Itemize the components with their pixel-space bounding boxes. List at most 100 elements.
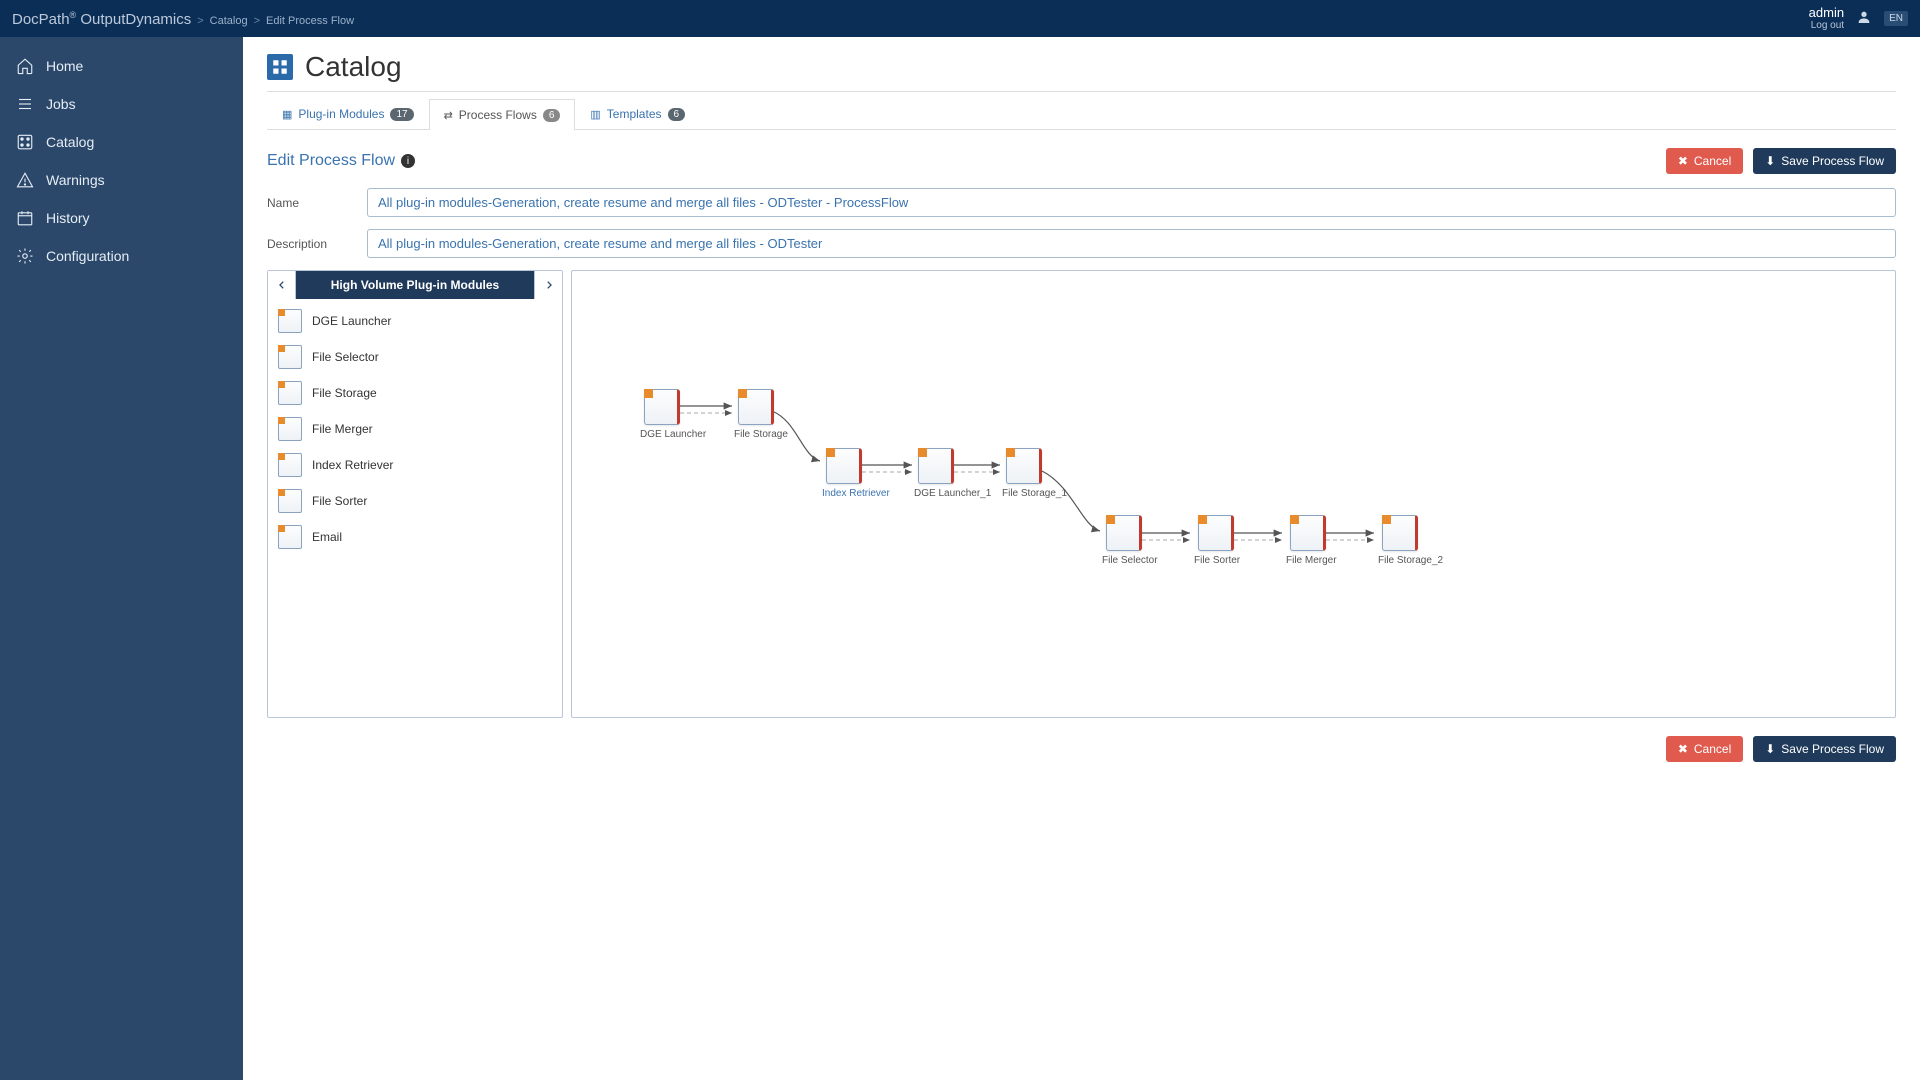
node-icon: [1198, 515, 1234, 551]
brand-part2: OutputDynamics: [80, 11, 191, 28]
info-icon[interactable]: i: [401, 154, 415, 168]
home-icon: [16, 57, 34, 75]
palette-item-file-merger[interactable]: File Merger: [268, 411, 562, 447]
node-icon: [918, 448, 954, 484]
node-icon: [1106, 515, 1142, 551]
user-icon[interactable]: [1856, 9, 1872, 28]
palette-item-label: File Storage: [312, 386, 377, 400]
tab-plugin-modules[interactable]: ▦ Plug-in Modules 17: [267, 98, 429, 129]
bottom-button-row: ✖Cancel ⬇ Save Process Flow: [267, 736, 1896, 762]
palette-title: High Volume Plug-in Modules: [296, 271, 534, 299]
module-icon: [278, 453, 302, 477]
palette-item-dge-launcher[interactable]: DGE Launcher: [268, 303, 562, 339]
tab-label: Plug-in Modules: [298, 107, 384, 121]
node-label: File Merger: [1286, 555, 1330, 566]
tab-process-flows[interactable]: ⇄ Process Flows 6: [429, 99, 576, 130]
node-icon: [644, 389, 680, 425]
brand: DocPath® OutputDynamics: [12, 10, 191, 28]
module-icon: [278, 525, 302, 549]
warning-icon: [16, 171, 34, 189]
flow-node-file-storage[interactable]: File Storage: [734, 389, 778, 440]
flow-node-dge-launcher-1[interactable]: DGE Launcher_1: [914, 448, 958, 499]
save-button[interactable]: ⬇ Save Process Flow: [1753, 148, 1896, 174]
sidebar-item-configuration[interactable]: Configuration: [0, 237, 243, 275]
sidebar-item-label: Catalog: [46, 134, 94, 150]
editor: High Volume Plug-in Modules DGE Launcher…: [267, 270, 1896, 718]
palette-item-label: DGE Launcher: [312, 314, 391, 328]
palette-item-label: File Merger: [312, 422, 373, 436]
breadcrumb-catalog[interactable]: Catalog: [210, 15, 248, 27]
brand-reg: ®: [70, 10, 77, 20]
palette-list: DGE Launcher File Selector File Storage …: [268, 299, 562, 559]
tab-label: Templates: [607, 107, 662, 121]
node-icon: [1006, 448, 1042, 484]
sidebar-item-label: History: [46, 210, 90, 226]
save-button-bottom[interactable]: ⬇ Save Process Flow: [1753, 736, 1896, 762]
module-icon: [278, 345, 302, 369]
sidebar-item-warnings[interactable]: Warnings: [0, 161, 243, 199]
logout-link[interactable]: Log out: [1809, 20, 1844, 31]
page-title: Catalog: [305, 51, 402, 83]
flow-icon: ⇄: [444, 109, 453, 122]
node-icon: [738, 389, 774, 425]
sidebar-item-history[interactable]: History: [0, 199, 243, 237]
gear-icon: [16, 247, 34, 265]
node-label: File Storage_2: [1378, 555, 1422, 566]
flow-node-file-storage-1[interactable]: File Storage_1: [1002, 448, 1046, 499]
sidebar-item-catalog[interactable]: Catalog: [0, 123, 243, 161]
breadcrumb-sep: >: [197, 15, 203, 27]
module-icon: [278, 489, 302, 513]
tab-count: 17: [390, 108, 413, 121]
palette-prev-button[interactable]: [268, 271, 296, 299]
form-row-description: Description: [267, 229, 1896, 258]
node-label: File Selector: [1102, 555, 1146, 566]
flow-node-file-merger[interactable]: File Merger: [1286, 515, 1330, 566]
node-label: File Storage: [734, 429, 778, 440]
flow-node-dge-launcher[interactable]: DGE Launcher: [640, 389, 684, 440]
sidebar-item-jobs[interactable]: Jobs: [0, 85, 243, 123]
tabs: ▦ Plug-in Modules 17 ⇄ Process Flows 6 ▥…: [267, 98, 1896, 130]
node-label: File Sorter: [1194, 555, 1238, 566]
description-input[interactable]: [367, 229, 1896, 258]
brand-part1: DocPath: [12, 11, 70, 28]
tab-label: Process Flows: [459, 108, 537, 122]
flow-canvas[interactable]: DGE Launcher File Storage Index Retrieve…: [571, 270, 1896, 718]
module-icon: [278, 417, 302, 441]
flow-node-index-retriever[interactable]: Index Retriever: [822, 448, 866, 499]
section-title-text: Edit Process Flow: [267, 152, 395, 170]
save-label: Save Process Flow: [1781, 154, 1884, 168]
calendar-icon: [16, 209, 34, 227]
flow-node-file-selector[interactable]: File Selector: [1102, 515, 1146, 566]
flow-node-file-sorter[interactable]: File Sorter: [1194, 515, 1238, 566]
palette-item-file-selector[interactable]: File Selector: [268, 339, 562, 375]
module-icon: [278, 381, 302, 405]
sidebar-item-home[interactable]: Home: [0, 47, 243, 85]
cancel-label: Cancel: [1694, 154, 1731, 168]
node-label: File Storage_1: [1002, 488, 1046, 499]
palette-next-button[interactable]: [534, 271, 562, 299]
language-selector[interactable]: EN: [1884, 11, 1908, 26]
cancel-button-bottom[interactable]: ✖Cancel: [1666, 736, 1743, 762]
sidebar-item-label: Configuration: [46, 248, 129, 264]
node-label: DGE Launcher_1: [914, 488, 958, 499]
palette-item-index-retriever[interactable]: Index Retriever: [268, 447, 562, 483]
palette-item-label: Email: [312, 530, 342, 544]
palette-item-file-storage[interactable]: File Storage: [268, 375, 562, 411]
cancel-button[interactable]: ✖ Cancel: [1666, 148, 1743, 174]
modules-icon: ▦: [282, 108, 292, 121]
catalog-icon: [16, 133, 34, 151]
palette-item-label: File Selector: [312, 350, 379, 364]
cancel-label: Cancel: [1694, 742, 1731, 756]
user-name: admin: [1809, 6, 1844, 20]
catalog-title-icon: [267, 54, 293, 80]
flow-connectors: [572, 271, 1895, 717]
palette-item-file-sorter[interactable]: File Sorter: [268, 483, 562, 519]
flow-node-file-storage-2[interactable]: File Storage_2: [1378, 515, 1422, 566]
cancel-icon: ✖: [1678, 154, 1688, 168]
palette-item-email[interactable]: Email: [268, 519, 562, 555]
tab-count: 6: [668, 108, 686, 121]
tab-templates[interactable]: ▥ Templates 6: [575, 98, 700, 129]
page-title-row: Catalog: [267, 51, 1896, 92]
name-input[interactable]: [367, 188, 1896, 217]
app-header: DocPath® OutputDynamics > Catalog > Edit…: [0, 0, 1920, 37]
